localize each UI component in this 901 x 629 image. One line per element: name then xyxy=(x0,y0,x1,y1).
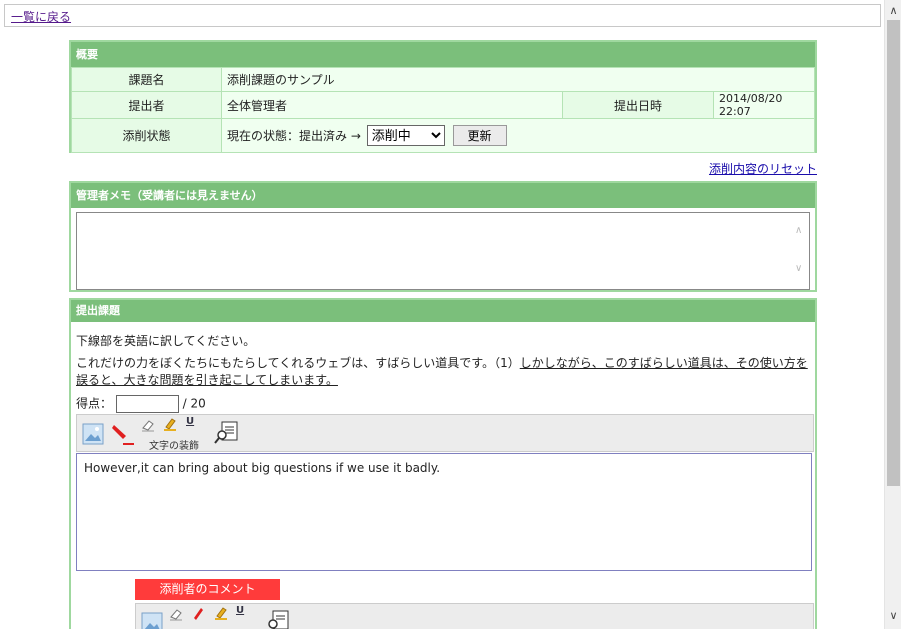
submitter-value: 全体管理者 xyxy=(221,91,563,119)
submission-panel: 提出課題 下線部を英語に訳してください。 これだけの力をぼくたちにもたらしてくれ… xyxy=(69,298,817,629)
task-name-value: 添削課題のサンプル xyxy=(221,67,815,92)
memo-scroll-down-icon[interactable]: ∨ xyxy=(795,263,802,274)
overview-table: 課題名 添削課題のサンプル 提出者 全体管理者 提出日時 2014/08/20 … xyxy=(71,67,815,153)
answer-toolbar: U 文字の装飾 xyxy=(76,414,814,452)
top-bar: 一覧に戻る xyxy=(4,4,881,27)
comment-red-pen-icon[interactable] xyxy=(191,606,205,622)
submission-header: 提出課題 xyxy=(71,300,815,322)
status-text: 現在の状態：提出済み → xyxy=(227,129,361,143)
memo-scrollbar[interactable]: ∧ ∨ xyxy=(792,213,809,289)
instruction-text: 下線部を英語に訳してください。 xyxy=(76,334,256,348)
admin-memo-panel: 管理者メモ（受講者には見えません） ∧ ∨ xyxy=(69,181,817,292)
update-button[interactable]: 更新 xyxy=(452,125,507,146)
eraser-icon[interactable] xyxy=(141,418,155,432)
image-icon[interactable] xyxy=(82,423,104,445)
scrollbar-thumb[interactable] xyxy=(887,20,900,486)
preview-icon[interactable] xyxy=(213,420,239,446)
comment-underline-icon[interactable]: U xyxy=(236,605,244,616)
comment-highlighter-icon[interactable] xyxy=(214,606,228,620)
answer-text: However,it can bring about big questions… xyxy=(84,461,441,475)
back-to-list-link[interactable]: 一覧に戻る xyxy=(11,8,71,25)
underline-icon[interactable]: U xyxy=(186,416,194,427)
comment-image-icon[interactable] xyxy=(141,612,163,629)
submitter-label: 提出者 xyxy=(71,91,222,119)
submitted-at-value: 2014/08/20 22:07 xyxy=(713,91,815,119)
status-cell: 現在の状態：提出済み → 添削中 更新 xyxy=(221,118,815,153)
admin-memo-header: 管理者メモ（受講者には見えません） xyxy=(71,183,815,208)
score-label: 得点： xyxy=(76,396,113,411)
status-select[interactable]: 添削中 xyxy=(366,125,445,146)
red-pen-icon[interactable] xyxy=(110,421,136,447)
task-name-label: 課題名 xyxy=(71,67,222,92)
passage-text: これだけの力をぼくたちにもたらしてくれるウェブは、すばらしい道具です。（1）しか… xyxy=(76,355,814,389)
page-scrollbar[interactable]: ∧ ∨ xyxy=(884,0,901,629)
status-label: 添削状態 xyxy=(71,118,222,153)
comment-toolbar: U xyxy=(135,603,814,629)
text-decoration-label: 文字の装飾 xyxy=(149,441,199,452)
overview-header: 概要 xyxy=(71,42,815,67)
reset-corrections-link[interactable]: 添削内容のリセット xyxy=(709,160,817,177)
scroll-up-icon[interactable]: ∧ xyxy=(885,2,901,19)
comment-eraser-icon[interactable] xyxy=(169,607,183,621)
score-input[interactable] xyxy=(115,395,179,413)
grader-comment-button[interactable]: 添削者のコメント xyxy=(135,579,280,600)
passage-plain: これだけの力をぼくたちにもたらしてくれるウェブは、すばらしい道具です。（1） xyxy=(76,356,520,370)
highlighter-icon[interactable] xyxy=(163,417,177,431)
memo-scroll-up-icon[interactable]: ∧ xyxy=(795,225,802,236)
submitted-at-label: 提出日時 xyxy=(562,91,714,119)
score-row: 得点： / 20 xyxy=(76,395,206,413)
scroll-down-icon[interactable]: ∨ xyxy=(885,607,901,624)
overview-panel: 概要 課題名 添削課題のサンプル 提出者 全体管理者 提出日時 2014/08/… xyxy=(69,40,817,153)
admin-memo-textarea[interactable]: ∧ ∨ xyxy=(76,212,810,290)
score-max: / 20 xyxy=(182,396,206,411)
comment-preview-icon[interactable] xyxy=(264,609,290,629)
answer-editor[interactable]: However,it can bring about big questions… xyxy=(76,453,812,571)
